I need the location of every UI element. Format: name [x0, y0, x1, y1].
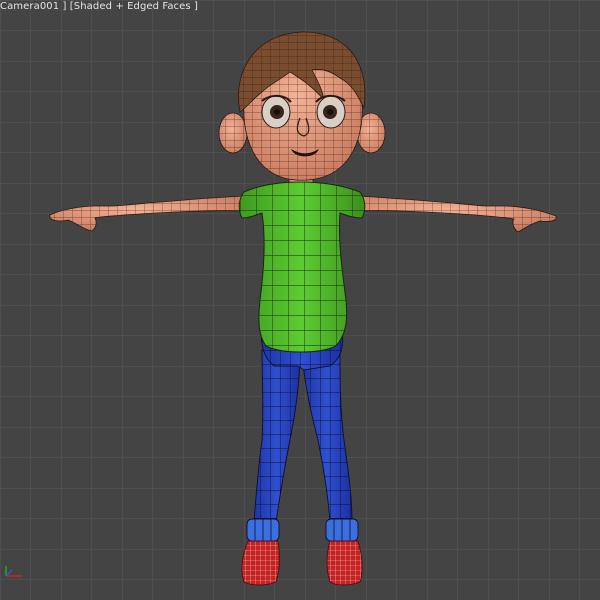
viewport[interactable]: Camera001 ] [Shaded + Edged Faces ] — [0, 0, 600, 600]
right-shoe — [326, 540, 363, 586]
left-shoe — [241, 540, 280, 586]
left-cuff — [246, 518, 280, 542]
left-ear — [218, 112, 248, 154]
right-cuff — [325, 518, 359, 542]
viewport-label[interactable]: Camera001 ] [Shaded + Edged Faces ] — [0, 1, 198, 12]
viewport-scene — [0, 0, 600, 600]
